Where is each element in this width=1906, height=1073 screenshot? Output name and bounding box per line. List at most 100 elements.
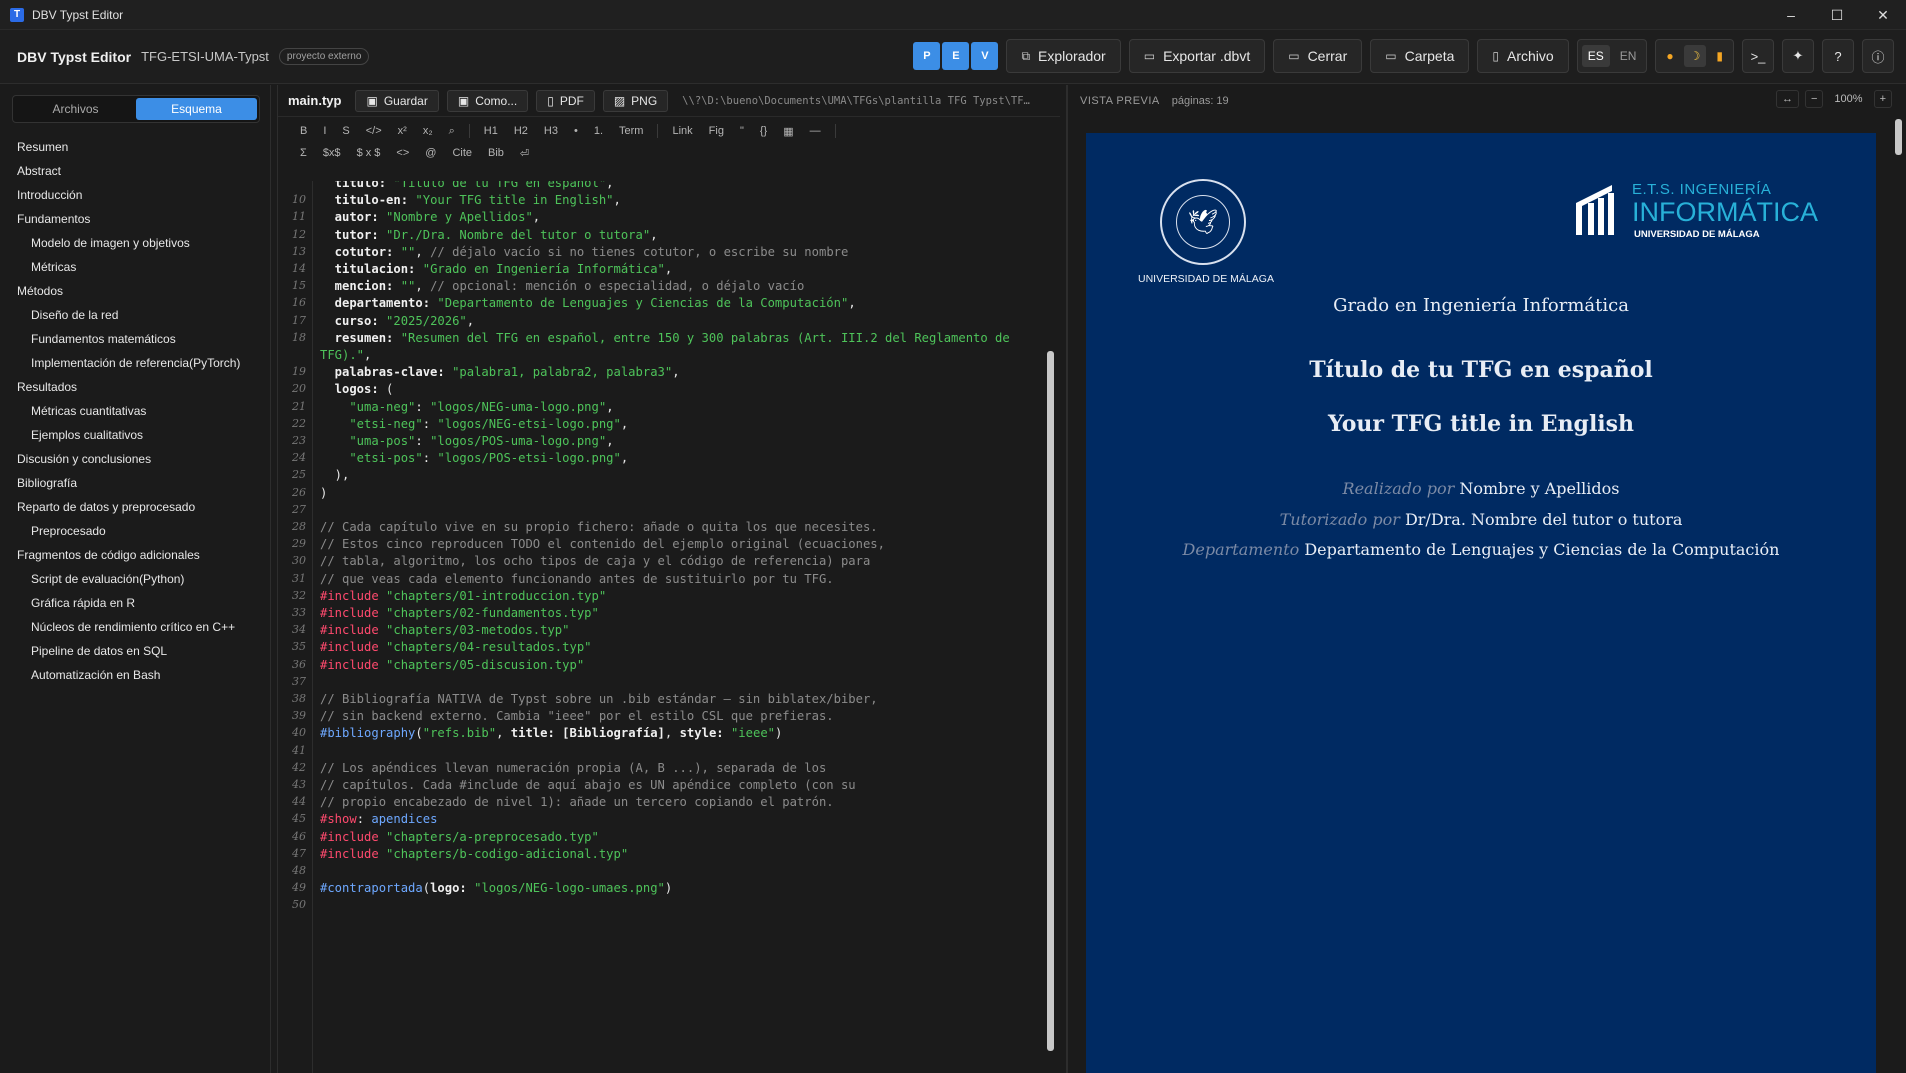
- sepia-theme-icon[interactable]: ▮: [1710, 45, 1729, 67]
- format-button[interactable]: B: [292, 125, 315, 137]
- export-button[interactable]: ▭ Exportar .dbvt: [1128, 39, 1266, 73]
- outline-item[interactable]: Abstract: [0, 159, 270, 183]
- close-project-button[interactable]: ▭ Cerrar: [1273, 39, 1363, 73]
- outline-item[interactable]: Preprocesado: [0, 519, 270, 543]
- editor-scroll-thumb[interactable]: [1047, 351, 1054, 1051]
- format-button[interactable]: ": [732, 125, 752, 137]
- code-token: (: [386, 382, 394, 397]
- light-theme-icon[interactable]: ●: [1660, 45, 1679, 67]
- info-button[interactable]: ⓘ: [1862, 39, 1894, 73]
- outline-item[interactable]: Métricas: [0, 255, 270, 279]
- panel-toggle-p[interactable]: P: [913, 42, 941, 70]
- fit-width-button[interactable]: ↔: [1775, 90, 1799, 108]
- outline-item[interactable]: Resultados: [0, 375, 270, 399]
- outline-item[interactable]: Gráfica rápida en R: [0, 591, 270, 615]
- lang-en-button[interactable]: EN: [1614, 45, 1643, 67]
- outline-item[interactable]: Modelo de imagen y objetivos: [0, 231, 270, 255]
- terminal-button[interactable]: >_: [1742, 39, 1774, 73]
- code-token: ): [320, 485, 328, 500]
- outline-item[interactable]: Métodos: [0, 279, 270, 303]
- format-button[interactable]: @: [417, 147, 444, 159]
- dark-theme-icon[interactable]: ☽: [1683, 45, 1707, 67]
- code-token: "Your TFG title in English": [415, 193, 614, 208]
- format-button[interactable]: H1: [476, 125, 506, 137]
- code-token: "logos/NEG-logo-umaes.png": [474, 881, 665, 896]
- explorer-button[interactable]: ⧉ Explorador: [1006, 39, 1121, 73]
- outline-item[interactable]: Bibliografía: [0, 471, 270, 495]
- editor-header: main.typ ▣ Guardar ▣ Como... ▯ PDF ▨ PNG \\?…: [278, 85, 1060, 117]
- format-button[interactable]: —: [802, 125, 829, 137]
- outline-item[interactable]: Resumen: [0, 135, 270, 159]
- outline-item[interactable]: Fundamentos: [0, 207, 270, 231]
- preview-panel: VISTA PREVIA páginas: 19 ↔ − 100% + 🕊 UN…: [1066, 85, 1906, 1073]
- format-button[interactable]: Link: [664, 125, 700, 137]
- outline-item[interactable]: Pipeline de datos en SQL: [0, 639, 270, 663]
- window-controls: – ☐ ✕: [1768, 0, 1906, 30]
- outline-item[interactable]: Diseño de la red: [0, 303, 270, 327]
- format-button[interactable]: ⏎: [512, 147, 537, 160]
- format-button[interactable]: Bib: [480, 147, 512, 159]
- format-button[interactable]: x²: [390, 125, 415, 137]
- outline-item[interactable]: Ejemplos cualitativos: [0, 423, 270, 447]
- outline-item[interactable]: Discusión y conclusiones: [0, 447, 270, 471]
- outline-item[interactable]: Núcleos de rendimiento crítico en C++: [0, 615, 270, 639]
- code-token: ,: [415, 279, 431, 294]
- outline-item[interactable]: Implementación de referencia(PyTorch): [0, 351, 270, 375]
- format-button[interactable]: H2: [506, 125, 536, 137]
- format-button[interactable]: 1.: [586, 125, 611, 137]
- code-token: "Nombre y Apellidos": [386, 210, 533, 225]
- format-button[interactable]: Fig: [701, 125, 732, 137]
- format-button[interactable]: •: [566, 125, 586, 137]
- outline-item[interactable]: Automatización en Bash: [0, 663, 270, 687]
- format-button[interactable]: Σ: [292, 147, 315, 159]
- code-token: // déjalo vacío si no tienes cotutor, o …: [430, 244, 849, 259]
- code-text: #include "chapters/b-codigo-adicional.ty…: [320, 844, 628, 864]
- save-button[interactable]: ▣ Guardar: [355, 89, 439, 112]
- format-button[interactable]: {}: [752, 125, 775, 137]
- zoom-in-button[interactable]: +: [1873, 90, 1892, 108]
- outline-item[interactable]: Métricas cuantitativas: [0, 399, 270, 423]
- format-button[interactable]: S: [334, 125, 357, 137]
- format-button[interactable]: x₂: [415, 125, 441, 137]
- format-button[interactable]: ▦: [775, 125, 801, 138]
- minimize-button[interactable]: –: [1768, 0, 1814, 30]
- format-button[interactable]: <>: [388, 147, 417, 159]
- code-token: "logos/NEG-uma-logo.png": [430, 399, 607, 414]
- folder-button[interactable]: ▭ Carpeta: [1370, 39, 1470, 73]
- format-button[interactable]: $x$: [315, 147, 349, 159]
- panel-toggle-v[interactable]: V: [971, 42, 999, 70]
- format-button[interactable]: </>: [358, 125, 390, 137]
- close-window-button[interactable]: ✕: [1860, 0, 1906, 30]
- lang-es-button[interactable]: ES: [1581, 45, 1610, 67]
- maximize-button[interactable]: ☐: [1814, 0, 1860, 30]
- png-button[interactable]: ▨ PNG: [602, 89, 669, 112]
- code-token: "palabra1, palabra2, palabra3": [452, 365, 673, 380]
- preview-scroll-thumb[interactable]: [1895, 119, 1902, 155]
- save-as-button[interactable]: ▣ Como...: [446, 89, 529, 112]
- format-button[interactable]: H3: [536, 125, 566, 137]
- format-button[interactable]: $ x $: [349, 147, 389, 159]
- outline-item[interactable]: Fundamentos matemáticos: [0, 327, 270, 351]
- outline-item[interactable]: Fragmentos de código adicionales: [0, 543, 270, 567]
- tab-files[interactable]: Archivos: [15, 98, 136, 120]
- editor-scrollbar[interactable]: [1045, 181, 1055, 1061]
- panel-toggle-e[interactable]: E: [942, 42, 970, 70]
- project-name: TFG-ETSI-UMA-Typst: [141, 49, 269, 64]
- code-token: ,: [415, 244, 431, 259]
- format-button[interactable]: Term: [611, 125, 651, 137]
- preview-scrollbar[interactable]: [1893, 115, 1903, 1065]
- pdf-button[interactable]: ▯ PDF: [536, 89, 595, 112]
- outline-item[interactable]: Reparto de datos y preprocesado: [0, 495, 270, 519]
- help-button[interactable]: ?: [1822, 39, 1854, 73]
- code-editor[interactable]: titulo: "Título de tu TFG en español", 10…: [278, 181, 1048, 1073]
- format-button[interactable]: Cite: [444, 147, 480, 159]
- code-token: // sin backend externo. Cambia "ieee" po…: [320, 709, 834, 724]
- outline-item[interactable]: Introducción: [0, 183, 270, 207]
- zoom-out-button[interactable]: −: [1804, 90, 1824, 108]
- format-button[interactable]: I: [315, 125, 334, 137]
- format-button[interactable]: ⌕: [441, 125, 463, 138]
- file-button[interactable]: ▯ Archivo: [1477, 39, 1569, 73]
- ai-sparkle-button[interactable]: ✦: [1782, 39, 1814, 73]
- tab-outline[interactable]: Esquema: [136, 98, 257, 120]
- outline-item[interactable]: Script de evaluación(Python): [0, 567, 270, 591]
